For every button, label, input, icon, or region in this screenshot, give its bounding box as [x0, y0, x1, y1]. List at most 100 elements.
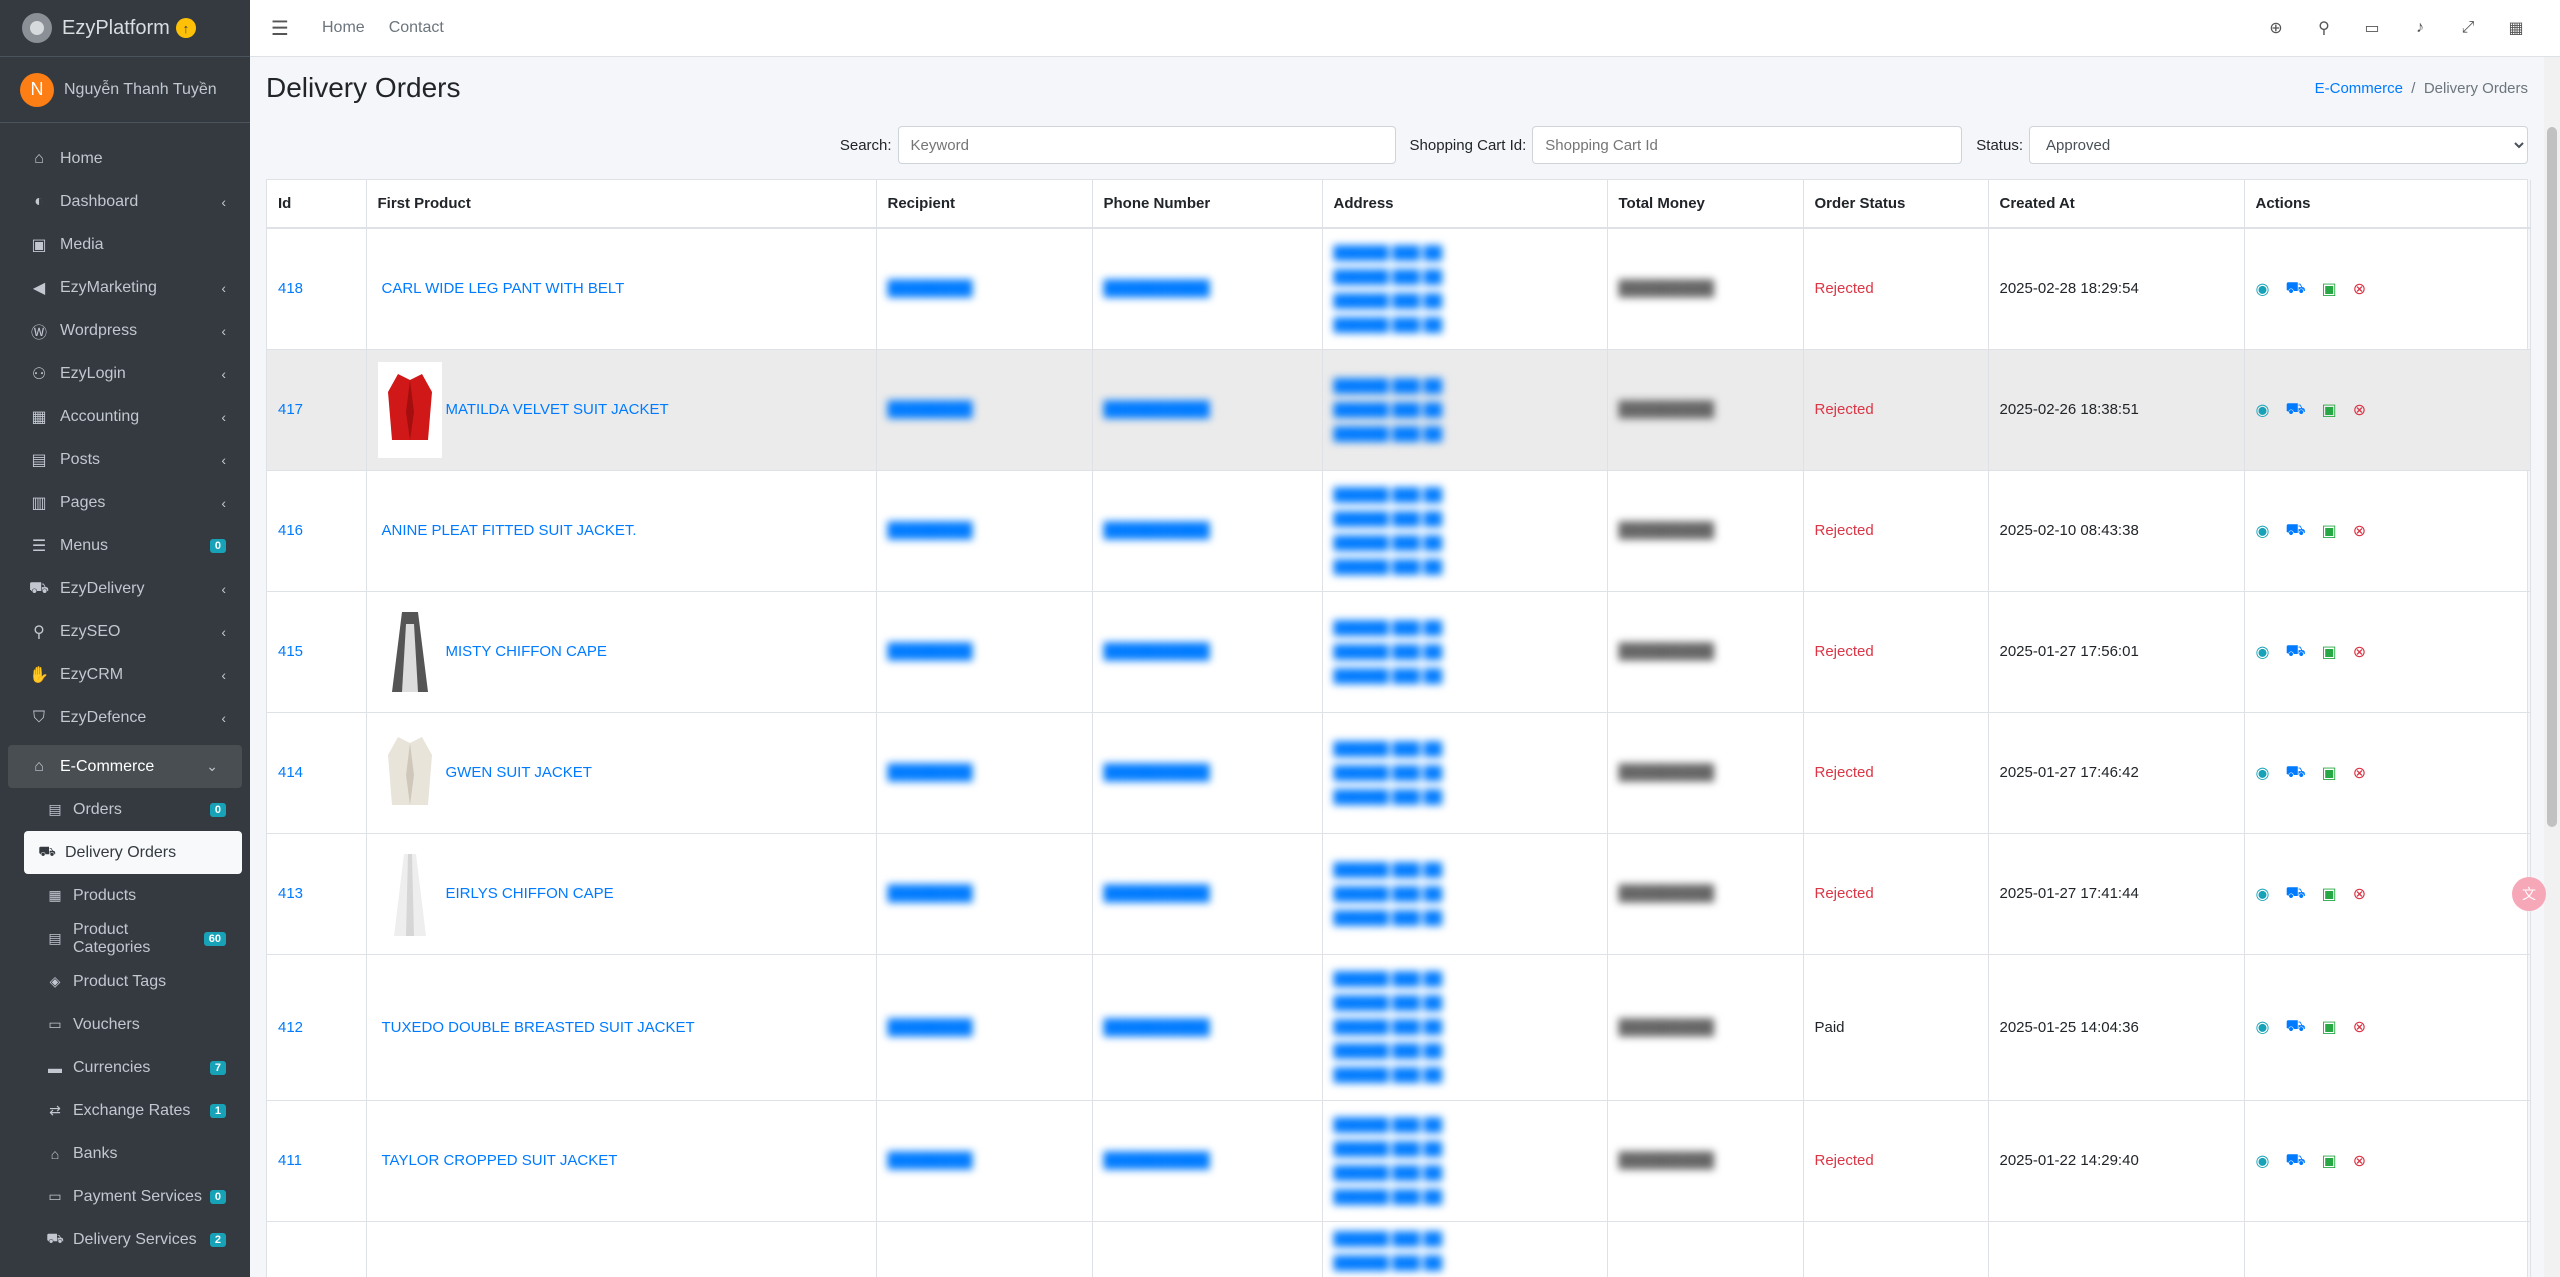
ship-truck-icon[interactable]: ⛟: [2285, 884, 2305, 904]
column-header-first-product[interactable]: First Product: [366, 180, 877, 229]
sidebar-subitem-exchange-rates[interactable]: ⇄ Exchange Rates 1: [0, 1089, 250, 1132]
sidebar-item-posts[interactable]: ▤ Posts ‹: [0, 438, 250, 481]
sidebar-subitem-delivery-services[interactable]: ⛟ Delivery Services 2: [0, 1218, 250, 1261]
phone-redacted[interactable]: ██████████: [1104, 643, 1210, 660]
sidebar-subitem-payment-services[interactable]: ▭ Payment Services 0: [0, 1175, 250, 1218]
reject-close-icon[interactable]: ⊗: [2353, 642, 2366, 662]
sidebar-item-ezymarketing[interactable]: ◀ EzyMarketing ‹: [0, 266, 250, 309]
order-id-link[interactable]: 416: [278, 522, 303, 539]
product-thumbnail[interactable]: [377, 845, 442, 942]
product-thumbnail[interactable]: [377, 724, 442, 821]
phone-redacted[interactable]: ██████████: [1104, 885, 1210, 902]
ship-truck-icon[interactable]: ⛟: [2285, 521, 2305, 541]
order-id-link[interactable]: 415: [278, 643, 303, 660]
reject-close-icon[interactable]: ⊗: [2353, 521, 2366, 541]
phone-redacted[interactable]: ██████████: [1104, 522, 1210, 539]
product-link[interactable]: TUXEDO DOUBLE BREASTED SUIT JACKET: [378, 1019, 695, 1036]
table-row[interactable]: ██████ ███ ██ ██████ ███ ██: [267, 1220, 2531, 1277]
deliver-done-icon[interactable]: ▣: [2322, 279, 2337, 299]
table-row[interactable]: 412 TUXEDO DOUBLE BREASTED SUIT JACKET ███…: [267, 953, 2531, 1100]
brand[interactable]: EzyPlatform ↑: [0, 0, 250, 57]
fullscreen-icon[interactable]: ⤢: [2444, 19, 2492, 37]
notifications-icon[interactable]: ♪: [2396, 19, 2444, 37]
product-link[interactable]: EIRLYS CHIFFON CAPE: [446, 885, 614, 902]
ship-truck-icon[interactable]: ⛟: [2285, 1017, 2305, 1037]
sidebar-item-media[interactable]: ▣ Media: [0, 223, 250, 266]
sidebar-subitem-product-tags[interactable]: ◈ Product Tags: [0, 960, 250, 1003]
table-row[interactable]: 418 CARL WIDE LEG PANT WITH BELT ████████ █…: [267, 227, 2531, 349]
reject-close-icon[interactable]: ⊗: [2353, 763, 2366, 783]
messages-icon[interactable]: ▭: [2348, 18, 2396, 38]
view-eye-icon[interactable]: ◉: [2256, 763, 2270, 783]
address-redacted[interactable]: ██████ ███ ██ ██████ ███ ██ ██████ ███ ██ █…: [1334, 1113, 1596, 1209]
sidebar-subitem-product-categories[interactable]: ▤ Product Categories 60: [0, 917, 250, 960]
reject-close-icon[interactable]: ⊗: [2353, 279, 2366, 299]
address-redacted[interactable]: ██████ ███ ██ ██████ ███ ██ ██████ ███ ██: [1334, 374, 1596, 446]
column-header-address[interactable]: Address: [1322, 180, 1608, 229]
product-thumbnail[interactable]: [377, 603, 442, 700]
sidebar-item-pages[interactable]: ▥ Pages ‹: [0, 481, 250, 524]
recipient-redacted[interactable]: ████████: [888, 885, 973, 902]
address-redacted[interactable]: ██████ ███ ██ ██████ ███ ██ ██████ ███ ██ █…: [1334, 967, 1596, 1087]
column-header-actions[interactable]: Actions: [2244, 180, 2531, 229]
recipient-redacted[interactable]: ████████: [888, 280, 973, 297]
user-name[interactable]: Nguyễn Thanh Tuyền: [64, 81, 217, 99]
recipient-redacted[interactable]: ████████: [888, 643, 973, 660]
sidebar-item-wordpress[interactable]: Ⓦ Wordpress ‹: [0, 309, 250, 352]
reject-close-icon[interactable]: ⊗: [2353, 884, 2366, 904]
view-eye-icon[interactable]: ◉: [2256, 279, 2270, 299]
ship-truck-icon[interactable]: ⛟: [2285, 400, 2305, 420]
globe-icon[interactable]: ⊕: [2252, 18, 2300, 38]
cart-id-input[interactable]: [1532, 126, 1963, 164]
phone-redacted[interactable]: ██████████: [1104, 1152, 1210, 1169]
sidebar-item-menus[interactable]: ☰ Menus 0: [0, 524, 250, 567]
order-id-link[interactable]: 412: [278, 1019, 303, 1036]
order-id-link[interactable]: 417: [278, 401, 303, 418]
sidebar-item-ezydefence[interactable]: ⛉ EzyDefence ‹: [0, 696, 250, 739]
sidebar-item-ezylogin[interactable]: ⚇ EzyLogin ‹: [0, 352, 250, 395]
recipient-redacted[interactable]: ████████: [888, 764, 973, 781]
reject-close-icon[interactable]: ⊗: [2353, 400, 2366, 420]
sidebar-item-e-commerce[interactable]: ⌂ E-Commerce ⌄: [8, 745, 242, 788]
column-header-created-at[interactable]: Created At: [1988, 180, 2245, 229]
product-thumbnail[interactable]: [377, 361, 442, 458]
search-input[interactable]: [897, 126, 1396, 164]
table-row[interactable]: 416 ANINE PLEAT FITTED SUIT JACKET. ██████…: [267, 469, 2531, 591]
address-redacted[interactable]: ██████ ███ ██ ██████ ███ ██ ██████ ███ ██ █…: [1334, 483, 1596, 579]
ship-truck-icon[interactable]: ⛟: [2285, 763, 2305, 783]
reject-close-icon[interactable]: ⊗: [2353, 1017, 2366, 1037]
column-header-order-status[interactable]: Order Status: [1803, 180, 1989, 229]
view-eye-icon[interactable]: ◉: [2256, 1017, 2270, 1037]
deliver-done-icon[interactable]: ▣: [2322, 1151, 2337, 1171]
product-link[interactable]: GWEN SUIT JACKET: [446, 764, 592, 781]
sidebar-subitem-currencies[interactable]: ▬ Currencies 7: [0, 1046, 250, 1089]
sidebar-subitem-vouchers[interactable]: ▭ Vouchers: [0, 1003, 250, 1046]
phone-redacted[interactable]: ██████████: [1104, 764, 1210, 781]
phone-redacted[interactable]: ██████████: [1104, 1019, 1210, 1036]
column-header-phone-number[interactable]: Phone Number: [1092, 180, 1323, 229]
deliver-done-icon[interactable]: ▣: [2322, 1017, 2337, 1037]
recipient-redacted[interactable]: ████████: [888, 1019, 973, 1036]
column-header-total-money[interactable]: Total Money: [1607, 180, 1804, 229]
table-row[interactable]: 413 EIRLYS CHIFFON CAPE ████████ ██████████…: [267, 832, 2531, 954]
product-link[interactable]: MATILDA VELVET SUIT JACKET: [446, 401, 669, 418]
table-row[interactable]: 411 TAYLOR CROPPED SUIT JACKET ████████ ███…: [267, 1099, 2531, 1221]
status-select[interactable]: Approved: [2029, 126, 2528, 164]
apps-grid-icon[interactable]: ▦: [2492, 18, 2540, 38]
address-redacted[interactable]: ██████ ███ ██ ██████ ███ ██ ██████ ███ ██ █…: [1334, 241, 1596, 337]
sidebar-subitem-banks[interactable]: ⌂ Banks: [0, 1132, 250, 1175]
phone-redacted[interactable]: ██████████: [1104, 401, 1210, 418]
page-scrollbar[interactable]: [2544, 57, 2560, 1277]
search-icon[interactable]: ⚲: [2300, 18, 2348, 38]
recipient-redacted[interactable]: ████████: [888, 522, 973, 539]
column-header-recipient[interactable]: Recipient: [876, 180, 1093, 229]
view-eye-icon[interactable]: ◉: [2256, 642, 2270, 662]
order-id-link[interactable]: 414: [278, 764, 303, 781]
view-eye-icon[interactable]: ◉: [2256, 521, 2270, 541]
table-row[interactable]: 414 GWEN SUIT JACKET ████████ ██████████ ███…: [267, 711, 2531, 833]
view-eye-icon[interactable]: ◉: [2256, 400, 2270, 420]
order-id-link[interactable]: 411: [278, 1152, 302, 1169]
sidebar-subitem-delivery-orders[interactable]: ⛟ Delivery Orders: [24, 831, 242, 874]
recipient-redacted[interactable]: ████████: [888, 1152, 973, 1169]
sidebar-subitem-orders[interactable]: ▤ Orders 0: [0, 788, 250, 831]
